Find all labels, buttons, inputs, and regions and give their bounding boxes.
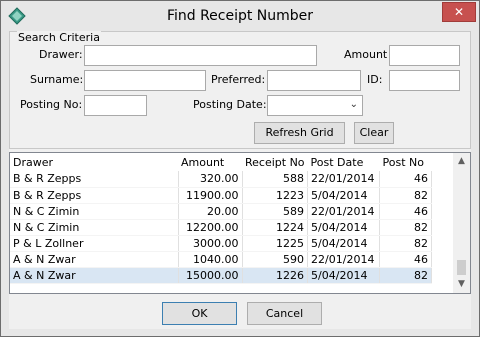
surname-label: Surname: xyxy=(30,73,84,86)
cell-receipt-no: 589 xyxy=(242,203,309,220)
clear-button[interactable]: Clear xyxy=(354,122,394,144)
dialog-body: Search Criteria Drawer: Amount Surname: … xyxy=(9,31,471,329)
receipts-grid[interactable]: Drawer Amount Receipt No Post Date Post … xyxy=(9,152,471,294)
scroll-up-icon[interactable]: ▲ xyxy=(453,153,470,170)
receipts-table: Drawer Amount Receipt No Post Date Post … xyxy=(10,153,433,284)
id-input[interactable] xyxy=(390,71,459,90)
drawer-field[interactable] xyxy=(84,45,317,66)
cell-post-no: 46 xyxy=(379,251,433,268)
preferred-label: Preferred: xyxy=(211,73,266,86)
column-header-drawer[interactable]: Drawer xyxy=(10,153,178,171)
grid-header-row: Drawer Amount Receipt No Post Date Post … xyxy=(10,153,432,171)
cell-amount: 320.00 xyxy=(178,171,243,188)
cancel-button[interactable]: Cancel xyxy=(247,302,322,325)
posting-no-input[interactable] xyxy=(85,96,146,115)
cell-post-date: 5/04/2014 xyxy=(307,235,381,252)
cell-post-date: 5/04/2014 xyxy=(307,187,381,204)
ok-button[interactable]: OK xyxy=(162,302,237,325)
find-receipt-dialog: Find Receipt Number ✕ Search Criteria Dr… xyxy=(0,0,480,337)
cell-post-no: 82 xyxy=(379,187,433,204)
refresh-grid-button[interactable]: Refresh Grid xyxy=(254,122,345,144)
cell-post-date: 22/01/2014 xyxy=(307,171,381,188)
drawer-input[interactable] xyxy=(85,46,316,65)
cell-receipt-no: 590 xyxy=(242,251,309,268)
posting-date-label: Posting Date: xyxy=(193,98,267,111)
column-header-post-date[interactable]: Post Date xyxy=(307,153,380,171)
table-row[interactable]: N & C Zimin 20.00 589 22/01/2014 46 xyxy=(10,203,433,220)
search-criteria-group: Search Criteria Drawer: Amount Surname: … xyxy=(9,31,471,149)
title-bar[interactable]: Find Receipt Number ✕ xyxy=(1,1,479,31)
posting-no-field[interactable] xyxy=(84,95,147,116)
grid-body: B & R Zepps 320.00 588 22/01/2014 46 B & R Ze… xyxy=(10,171,433,284)
chevron-down-icon: ⌄ xyxy=(349,99,358,110)
table-row[interactable]: N & C Zimin 12200.00 1224 5/04/2014 82 xyxy=(10,219,433,236)
amount-field[interactable] xyxy=(389,45,460,66)
close-icon: ✕ xyxy=(453,5,465,19)
column-header-amount[interactable]: Amount xyxy=(178,153,242,171)
search-criteria-legend: Search Criteria xyxy=(17,31,101,44)
table-row[interactable]: B & R Zepps 320.00 588 22/01/2014 46 xyxy=(10,171,433,188)
cell-amount: 3000.00 xyxy=(178,235,243,252)
surname-input[interactable] xyxy=(85,71,205,90)
cell-post-no: 82 xyxy=(379,267,433,284)
cell-post-date: 22/01/2014 xyxy=(307,203,381,220)
cell-drawer: N & C Zimin xyxy=(10,219,179,236)
cell-drawer: P & L Zollner xyxy=(10,235,179,252)
table-row[interactable]: P & L Zollner 3000.00 1225 5/04/2014 82 xyxy=(10,235,433,252)
cell-drawer: N & C Zimin xyxy=(10,203,179,220)
cell-post-no: 46 xyxy=(379,203,433,220)
window-title: Find Receipt Number xyxy=(166,8,314,24)
amount-label: Amount xyxy=(344,48,388,61)
table-row[interactable]: A & N Zwar 1040.00 590 22/01/2014 46 xyxy=(10,251,433,268)
dialog-footer: OK Cancel xyxy=(9,295,471,329)
cell-amount: 12200.00 xyxy=(178,219,243,236)
cell-post-no: 46 xyxy=(379,171,433,188)
surname-field[interactable] xyxy=(84,70,206,91)
scroll-down-icon[interactable]: ▼ xyxy=(453,276,470,293)
column-header-receipt-no[interactable]: Receipt No xyxy=(242,153,308,171)
posting-date-select[interactable]: ⌄ xyxy=(267,95,363,116)
amount-input[interactable] xyxy=(390,46,459,65)
cell-drawer: B & R Zepps xyxy=(10,187,179,204)
drawer-label: Drawer: xyxy=(39,48,83,61)
preferred-input[interactable] xyxy=(268,71,360,90)
cell-amount: 1040.00 xyxy=(178,251,243,268)
cell-post-date: 22/01/2014 xyxy=(307,251,381,268)
cell-drawer: B & R Zepps xyxy=(10,171,179,188)
posting-no-label: Posting No: xyxy=(20,98,83,111)
table-row[interactable]: A & N Zwar 15000.00 1226 5/04/2014 82 xyxy=(10,267,433,284)
cell-post-no: 82 xyxy=(379,235,433,252)
close-button[interactable]: ✕ xyxy=(442,2,476,22)
preferred-field[interactable] xyxy=(267,70,361,91)
id-label: ID: xyxy=(367,73,383,86)
cell-receipt-no: 1226 xyxy=(242,267,309,284)
column-header-post-no[interactable]: Post No xyxy=(379,153,432,171)
cell-receipt-no: 588 xyxy=(242,171,309,188)
table-row[interactable]: B & R Zepps 11900.00 1223 5/04/2014 82 xyxy=(10,187,433,204)
cell-post-no: 82 xyxy=(379,219,433,236)
cell-receipt-no: 1224 xyxy=(242,219,309,236)
cell-amount: 15000.00 xyxy=(178,267,243,284)
id-field[interactable] xyxy=(389,70,460,91)
cell-receipt-no: 1223 xyxy=(242,187,309,204)
cell-post-date: 5/04/2014 xyxy=(307,219,381,236)
cell-drawer: A & N Zwar xyxy=(10,251,179,268)
cell-amount: 11900.00 xyxy=(178,187,243,204)
cell-receipt-no: 1225 xyxy=(242,235,309,252)
scroll-thumb[interactable] xyxy=(457,260,466,275)
cell-amount: 20.00 xyxy=(178,203,243,220)
grid-vertical-scrollbar[interactable]: ▲ ▼ xyxy=(453,153,470,293)
cell-post-date: 5/04/2014 xyxy=(307,267,381,284)
cell-drawer: A & N Zwar xyxy=(10,267,179,284)
